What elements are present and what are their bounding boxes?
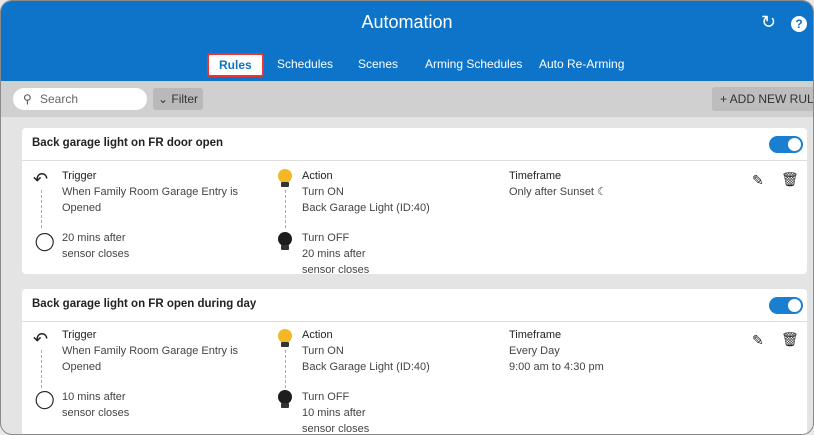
action-column: Action Turn ON Back Garage Light (ID:40) [302, 168, 430, 216]
rule-enabled-toggle[interactable] [769, 297, 803, 314]
add-new-rule-button[interactable]: + ADD NEW RULE [712, 87, 813, 111]
search-icon: ⚲ [23, 92, 32, 106]
rule-title: Back garage light on FR open during day [32, 298, 257, 310]
tab-auto-re-arming[interactable]: Auto Re-Arming [539, 54, 624, 74]
action-off: Turn OFF [302, 391, 350, 403]
action-off-column: Turn OFF 20 mins after sensor closes [302, 230, 369, 278]
trigger-icon: ↶ [33, 329, 49, 349]
rule-enabled-toggle[interactable] [769, 136, 803, 153]
header-bar: Automation ↻ ? Rules Schedules Scenes Ar… [1, 1, 813, 81]
rule-card: Back garage light on FR door open ↶ ◯ Tr… [22, 128, 807, 276]
bulb-off-icon [278, 390, 292, 408]
tab-bar: Rules Schedules Scenes Arming Schedules … [1, 51, 813, 79]
tab-arming-schedules[interactable]: Arming Schedules [425, 54, 522, 74]
action-device: Back Garage Light (ID:40) [302, 361, 430, 373]
trigger-line1: When Family Room Garage Entry is [62, 345, 239, 357]
filter-label: Filter [171, 92, 199, 106]
bulb-off-icon [278, 232, 292, 250]
filter-button[interactable]: ⌄ Filter [153, 88, 203, 110]
link-icon: ◯ [29, 384, 58, 414]
timeframe-line2: 9:00 am to 4:30 pm [509, 361, 604, 373]
edit-icon[interactable]: ✎ [752, 332, 764, 349]
timeframe-line1: Only after Sunset [509, 186, 594, 198]
action-on: Turn ON [302, 345, 344, 357]
tab-schedules[interactable]: Schedules [277, 54, 333, 74]
rule-card-header: Back garage light on FR open during day [22, 289, 807, 322]
search-placeholder: Search [40, 92, 79, 106]
trash-icon[interactable]: 🗑 [781, 171, 799, 188]
action-column: Action Turn ON Back Garage Light (ID:40) [302, 327, 430, 375]
trigger-line2: Opened [62, 361, 102, 373]
timeframe-line1: Every Day [509, 345, 560, 357]
trigger-end-line2: sensor closes [62, 248, 130, 260]
search-input[interactable]: ⚲ Search [13, 88, 147, 110]
timeframe-column: Timeframe Every Day 9:00 am to 4:30 pm [509, 327, 604, 375]
trigger-column: Trigger When Family Room Garage Entry is… [62, 168, 238, 216]
action-connector [285, 350, 286, 388]
moon-icon: ☾ [597, 186, 607, 198]
trigger-line1: When Family Room Garage Entry is [62, 186, 239, 198]
toolbar: ⚲ Search ⌄ Filter + ADD NEW RULE [1, 81, 813, 117]
action-device: Back Garage Light (ID:40) [302, 202, 430, 214]
action-label: Action [302, 329, 333, 341]
trigger-column: Trigger When Family Room Garage Entry is… [62, 327, 238, 375]
chevron-down-icon: ⌄ [157, 92, 169, 106]
bulb-on-icon [278, 169, 292, 187]
timeframe-column: Timeframe Only after Sunset ☾ [509, 168, 607, 200]
trigger-label: Trigger [62, 329, 97, 341]
action-off-line2: sensor closes [302, 423, 370, 435]
link-icon: ◯ [29, 226, 58, 256]
action-connector [285, 190, 286, 228]
trigger-line2: Opened [62, 202, 102, 214]
action-off-line2: sensor closes [302, 264, 370, 276]
refresh-icon[interactable]: ↻ [761, 12, 776, 33]
trigger-end-column: 10 mins after sensor closes [62, 389, 129, 421]
rule-card: Back garage light on FR open during day … [22, 289, 807, 435]
trash-icon[interactable]: 🗑 [781, 331, 799, 348]
page-title: Automation [361, 12, 453, 32]
trigger-end-column: 20 mins after sensor closes [62, 230, 129, 262]
trigger-icon: ↶ [33, 169, 49, 189]
action-off-line1: 10 mins after [302, 407, 366, 419]
trigger-label: Trigger [62, 170, 97, 182]
trigger-connector [41, 350, 42, 388]
trigger-end-line2: sensor closes [62, 407, 130, 419]
trigger-connector [41, 190, 42, 228]
automation-window: Automation ↻ ? Rules Schedules Scenes Ar… [0, 0, 814, 435]
action-off-line1: 20 mins after [302, 248, 366, 260]
tab-rules[interactable]: Rules [207, 53, 264, 77]
tab-scenes[interactable]: Scenes [358, 54, 398, 74]
trigger-end-line1: 10 mins after [62, 391, 126, 403]
rule-card-header: Back garage light on FR door open [22, 128, 807, 161]
action-off-column: Turn OFF 10 mins after sensor closes [302, 389, 370, 435]
trigger-end-line1: 20 mins after [62, 232, 126, 244]
help-icon[interactable]: ? [791, 16, 807, 32]
action-label: Action [302, 170, 333, 182]
timeframe-label: Timeframe [509, 170, 562, 182]
bulb-on-icon [278, 329, 292, 347]
timeframe-label: Timeframe [509, 329, 562, 341]
action-off: Turn OFF [302, 232, 350, 244]
rule-title: Back garage light on FR door open [32, 137, 224, 149]
edit-icon[interactable]: ✎ [752, 172, 764, 189]
action-on: Turn ON [302, 186, 344, 198]
